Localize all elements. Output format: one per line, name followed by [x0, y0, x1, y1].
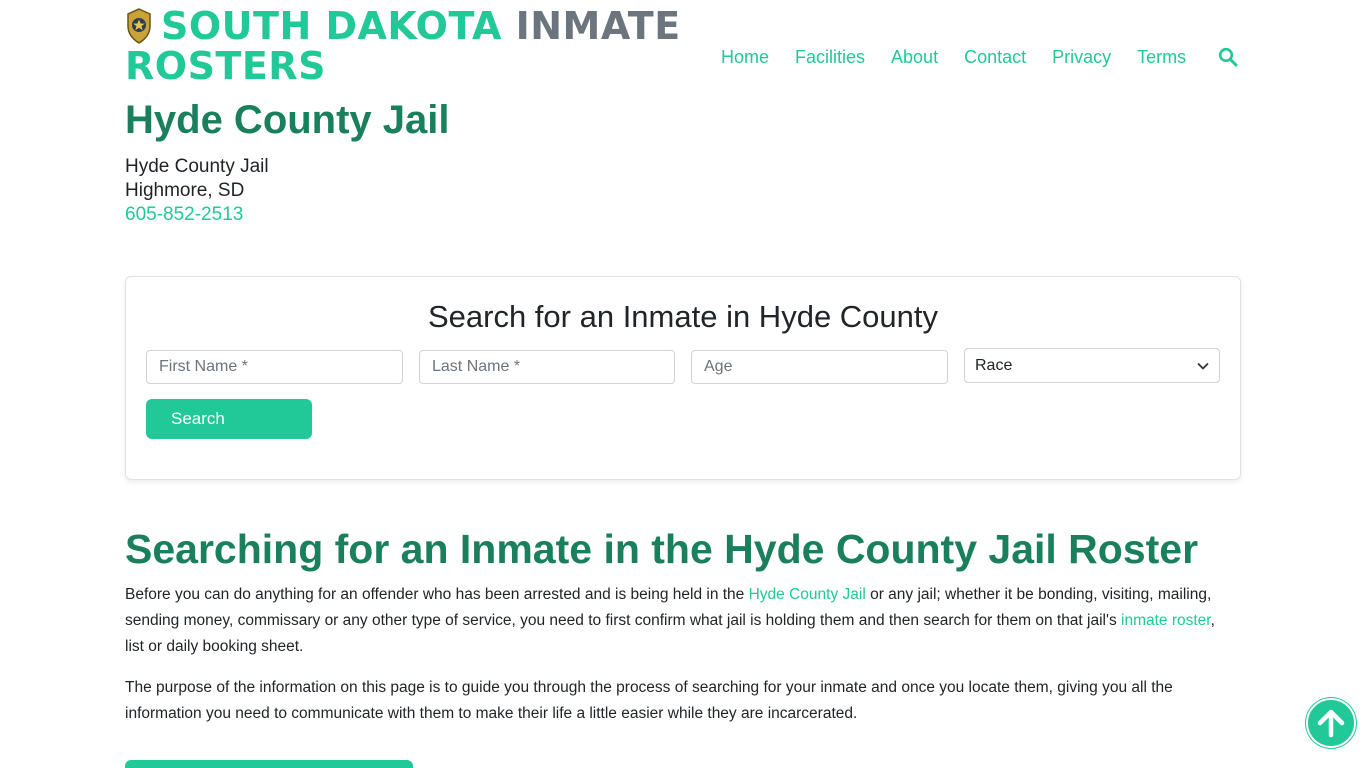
cta-button[interactable] [125, 760, 413, 768]
facility-phone-link[interactable]: 605-852-2513 [125, 204, 243, 225]
main-nav: Home Facilities About Contact Privacy Te… [721, 44, 1238, 70]
inmate-search-card: Search for an Inmate in Hyde County Race… [125, 276, 1241, 480]
search-button[interactable]: Search [146, 399, 312, 439]
article-title: Searching for an Inmate in the Hyde Coun… [125, 526, 1199, 572]
site-header: SOUTH DAKOTA INMATE ROSTERS Home Facilit… [0, 0, 1366, 92]
brand-line-1: SOUTH DAKOTA INMATE [125, 4, 680, 48]
nav-home[interactable]: Home [721, 47, 769, 68]
search-heading: Search for an Inmate in Hyde County [427, 299, 939, 334]
inmate-roster-link[interactable]: inmate roster [1121, 612, 1211, 629]
chevron-down-icon [1197, 362, 1209, 370]
nav-terms[interactable]: Terms [1137, 47, 1186, 68]
nav-facilities[interactable]: Facilities [795, 47, 865, 68]
search-icon[interactable] [1218, 47, 1238, 67]
nav-privacy[interactable]: Privacy [1052, 47, 1111, 68]
page-title: Hyde County Jail [125, 98, 450, 142]
hyde-county-jail-link[interactable]: Hyde County Jail [749, 586, 866, 603]
article-paragraph-1: Before you can do anything for an offend… [125, 582, 1220, 660]
brand-rosters: ROSTERS [125, 44, 326, 88]
facility-name: Hyde County Jail [125, 156, 269, 177]
age-input[interactable] [691, 350, 948, 384]
article-paragraph-2: The purpose of the information on this p… [125, 679, 1173, 722]
race-select[interactable]: Race [964, 348, 1220, 383]
facility-info: Hyde County Jail Highmore, SD 605-852-25… [125, 155, 269, 227]
arrow-up-icon [1317, 709, 1345, 738]
race-select-value: Race [975, 356, 1013, 374]
sheriff-badge-icon [127, 8, 151, 44]
nav-about[interactable]: About [891, 47, 938, 68]
site-logo-link[interactable]: SOUTH DAKOTA INMATE ROSTERS [125, 4, 680, 88]
last-name-input[interactable] [419, 350, 675, 384]
first-name-input[interactable] [146, 350, 403, 384]
back-to-top-button[interactable] [1306, 698, 1356, 748]
brand-inmate: INMATE [515, 4, 681, 48]
p1-text-before: Before you can do anything for an offend… [125, 586, 749, 603]
nav-contact[interactable]: Contact [964, 47, 1026, 68]
facility-location: Highmore, SD [125, 180, 245, 201]
brand-state: SOUTH DAKOTA [161, 4, 502, 48]
